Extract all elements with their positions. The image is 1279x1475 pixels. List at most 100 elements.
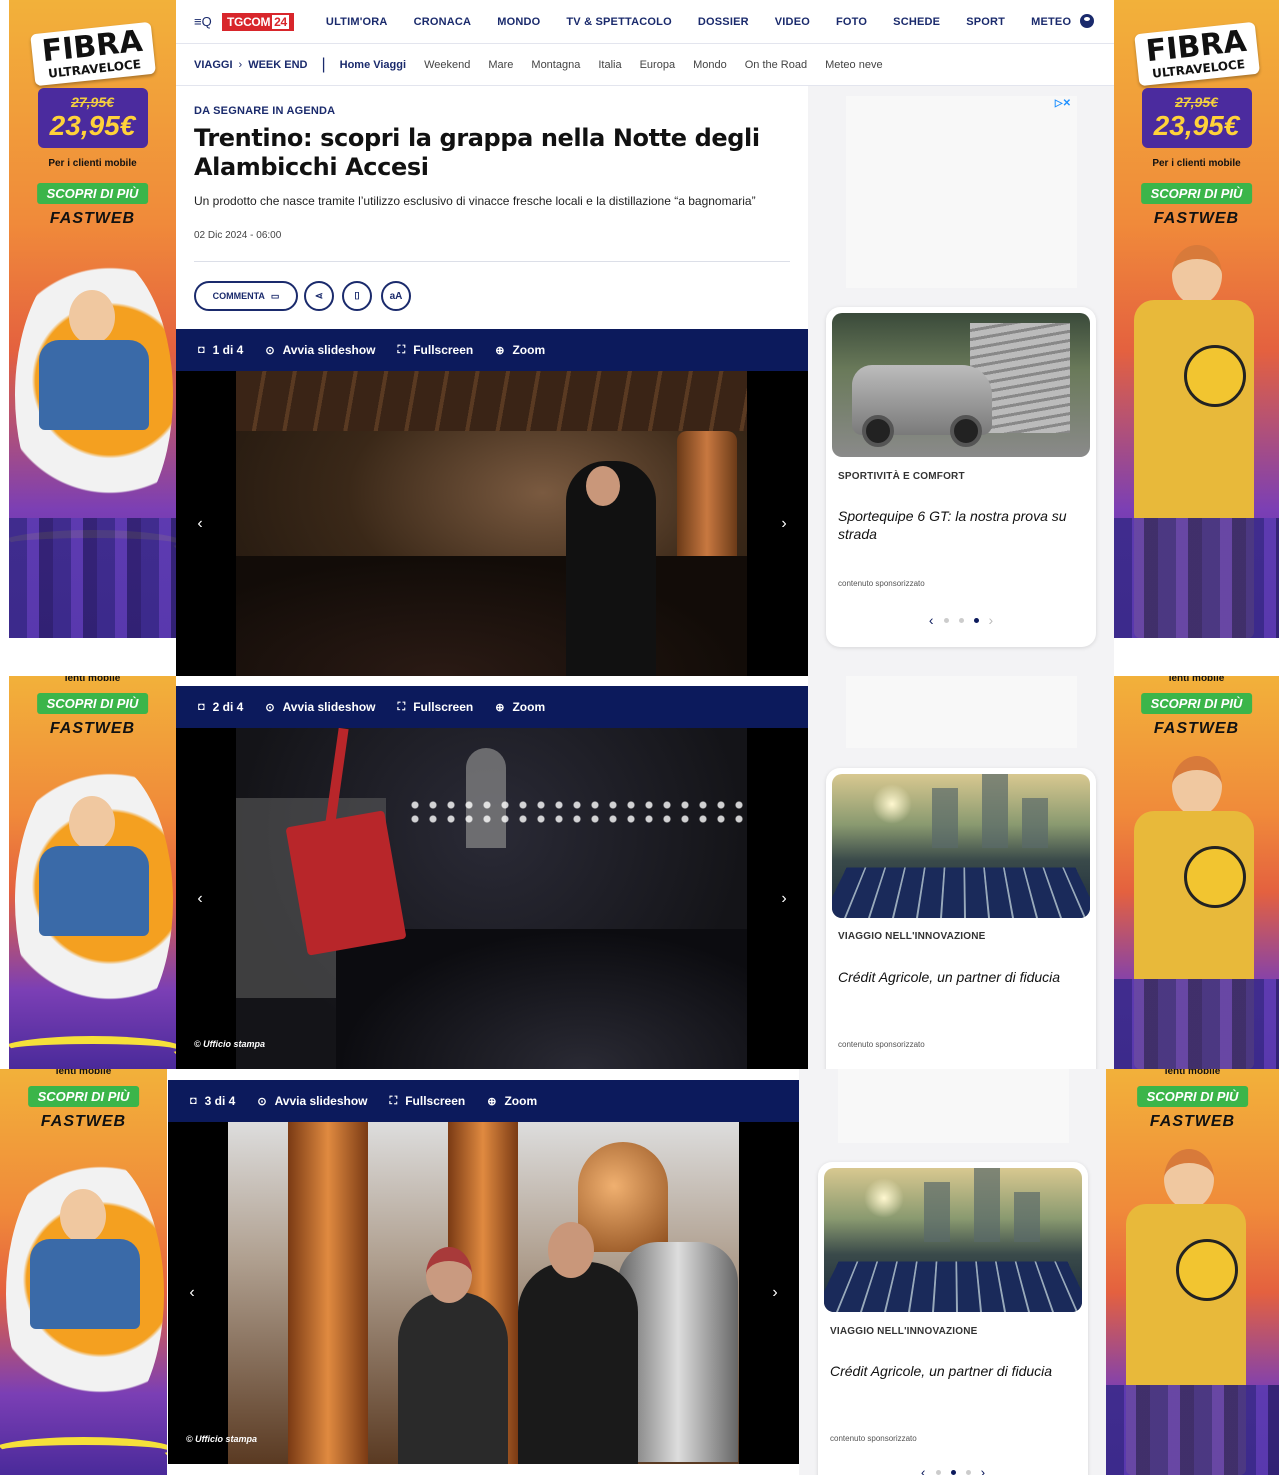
arrow-right-icon[interactable]: › xyxy=(774,890,794,908)
nav-item-video[interactable]: VIDEO xyxy=(775,16,810,28)
ad-helmet xyxy=(1176,1239,1238,1301)
gallery-photo-red-bag[interactable] xyxy=(236,728,747,1069)
arrow-left-icon[interactable]: ‹ xyxy=(190,515,210,533)
arrow-right-icon[interactable]: › xyxy=(774,515,794,533)
card-image-solar-panels xyxy=(824,1168,1082,1312)
photo-credit: © Ufficio stampa xyxy=(186,1434,257,1444)
tgcom24-logo[interactable]: TGCOM 24 xyxy=(222,12,294,31)
carousel-dot[interactable] xyxy=(935,1469,941,1475)
ad-cta-button[interactable]: SCOPRI DI PIÙ xyxy=(1140,183,1253,204)
ad-fibra-badge: FIBRA ULTRAVELOCE xyxy=(1133,21,1260,87)
subnav-europa[interactable]: Europa xyxy=(640,59,675,71)
arrow-right-icon[interactable]: › xyxy=(765,1284,785,1302)
nav-item-meteo[interactable]: METEO xyxy=(1031,16,1071,28)
ad-fibra-badge: FIBRA ULTRAVELOCE xyxy=(29,21,156,87)
display-ad-slot[interactable] xyxy=(846,676,1077,748)
slideshow-button[interactable]: ⊙ Avvia slideshow xyxy=(265,343,375,357)
nav-item-ultimora[interactable]: ULTIM'ORA xyxy=(326,16,388,28)
sponsored-card[interactable]: SPORTIVITÀ E COMFORT Sportequipe 6 GT: l… xyxy=(826,307,1096,647)
zoom-button[interactable]: ⊕ Zoom xyxy=(495,343,545,357)
arrow-left-icon[interactable]: ‹ xyxy=(190,890,210,908)
chevron-right-icon[interactable]: › xyxy=(989,612,994,628)
gallery-image-frame: ‹ › © Ufficio stampa xyxy=(168,1122,799,1464)
ad-person-body xyxy=(30,1239,140,1329)
right-side-ad[interactable]: ienti mobile SCOPRI DI PIÙ FASTWEB xyxy=(1114,676,1279,1069)
card-image-car xyxy=(832,313,1090,457)
nav-item-foto[interactable]: FOTO xyxy=(836,16,867,28)
subnav-meteo-neve[interactable]: Meteo neve xyxy=(825,59,882,71)
share-button[interactable]: ⋖ xyxy=(304,281,334,311)
slideshow-button[interactable]: ⊙ Avvia slideshow xyxy=(257,1094,367,1108)
nav-item-schede[interactable]: SCHEDE xyxy=(893,16,940,28)
chevron-right-icon[interactable]: › xyxy=(981,1464,986,1475)
subnav-home-viaggi[interactable]: Home Viaggi xyxy=(340,59,406,71)
share-icon: ⋖ xyxy=(314,290,324,302)
font-size-button[interactable]: aA xyxy=(381,281,411,311)
user-icon[interactable] xyxy=(1080,14,1094,28)
carousel-dot[interactable] xyxy=(958,617,964,623)
chevron-left-icon[interactable]: ‹ xyxy=(929,612,934,628)
fullscreen-button[interactable]: ⛶ Fullscreen xyxy=(398,343,474,357)
carousel-dot-active[interactable] xyxy=(950,1469,956,1475)
divider: | xyxy=(321,55,326,73)
left-side-ad[interactable]: ienti mobile SCOPRI DI PIÙ FASTWEB xyxy=(9,676,176,1069)
gallery-photo-distillery-crowd[interactable] xyxy=(236,371,747,676)
zoom-button[interactable]: ⊕ Zoom xyxy=(487,1094,537,1108)
subnav-on-the-road[interactable]: On the Road xyxy=(745,59,807,71)
nav-item-dossier[interactable]: DOSSIER xyxy=(698,16,749,28)
display-ad-slot[interactable] xyxy=(838,1069,1069,1143)
bookmark-button[interactable]: ⌷ xyxy=(342,281,372,311)
comment-button[interactable]: COMMENTA ▭ xyxy=(194,281,298,311)
card-title[interactable]: Crédit Agricole, un partner di fiducia xyxy=(830,1362,1070,1380)
breadcrumb-viaggi[interactable]: VIAGGI xyxy=(194,59,233,71)
nav-item-mondo[interactable]: MONDO xyxy=(497,16,540,28)
fullscreen-button[interactable]: ⛶ Fullscreen xyxy=(398,700,474,714)
subnav-mare[interactable]: Mare xyxy=(488,59,513,71)
carousel-dot-active[interactable] xyxy=(973,617,979,623)
right-side-ad[interactable]: FIBRA ULTRAVELOCE 27,95€ 23,95€ Per i cl… xyxy=(1114,0,1279,638)
ad-cta-button[interactable]: SCOPRI DI PIÙ xyxy=(1136,1086,1249,1107)
article-date: 02 Dic 2024 - 06:00 xyxy=(194,230,282,241)
zoom-icon: ⊕ xyxy=(495,701,505,714)
fullscreen-icon: ⛶ xyxy=(397,343,406,356)
ad-cta-button[interactable]: SCOPRI DI PIÙ xyxy=(1140,693,1253,714)
subnav-mondo[interactable]: Mondo xyxy=(693,59,727,71)
carousel-dots: ‹ › xyxy=(818,1464,1088,1475)
chevron-left-icon[interactable]: ‹ xyxy=(921,1464,926,1475)
subnav-italia[interactable]: Italia xyxy=(598,59,621,71)
ad-cta-button[interactable]: SCOPRI DI PIÙ xyxy=(36,183,149,204)
subnav-montagna[interactable]: Montagna xyxy=(531,59,580,71)
card-title[interactable]: Sportequipe 6 GT: la nostra prova su str… xyxy=(838,507,1078,543)
ad-yellow-wave xyxy=(0,1437,167,1465)
sponsored-card[interactable]: VIAGGIO NELL'INNOVAZIONE Crédit Agricole… xyxy=(826,768,1096,1069)
card-sponsored-label: contenuto sponsorizzato xyxy=(838,1040,925,1049)
ad-price-box: 27,95€ 23,95€ xyxy=(1141,88,1252,148)
right-side-ad[interactable]: ienti mobile SCOPRI DI PIÙ FASTWEB xyxy=(1106,1069,1279,1475)
nav-item-tv-spettacolo[interactable]: TV & SPETTACOLO xyxy=(566,16,671,28)
subnav-weekend[interactable]: Weekend xyxy=(424,59,470,71)
fullscreen-button[interactable]: ⛶ Fullscreen xyxy=(390,1094,466,1108)
arrow-left-icon[interactable]: ‹ xyxy=(182,1284,202,1302)
breadcrumb-weekend[interactable]: WEEK END xyxy=(248,59,307,71)
carousel-dot[interactable] xyxy=(965,1469,971,1475)
left-side-ad[interactable]: ienti mobile SCOPRI DI PIÙ FASTWEB xyxy=(0,1069,167,1475)
search-menu-icon[interactable]: ≡Q xyxy=(194,14,212,29)
play-icon: ⊙ xyxy=(265,701,275,714)
slideshow-button[interactable]: ⊙ Avvia slideshow xyxy=(265,700,375,714)
ad-cta-button[interactable]: SCOPRI DI PIÙ xyxy=(36,693,149,714)
carousel-dot[interactable] xyxy=(943,617,949,623)
gallery-photo-copper-stills[interactable] xyxy=(228,1122,739,1464)
card-title[interactable]: Crédit Agricole, un partner di fiducia xyxy=(838,968,1078,986)
gallery-image-frame: ‹ › xyxy=(176,371,808,676)
nav-item-sport[interactable]: SPORT xyxy=(966,16,1005,28)
ad-cta-button[interactable]: SCOPRI DI PIÙ xyxy=(27,1086,140,1107)
adchoices-icon[interactable]: ▷✕ xyxy=(1055,98,1071,109)
sponsored-card[interactable]: VIAGGIO NELL'INNOVAZIONE Crédit Agricole… xyxy=(818,1162,1088,1475)
zoom-button[interactable]: ⊕ Zoom xyxy=(495,700,545,714)
ad-fastweb-logo: FASTWEB xyxy=(49,720,136,737)
left-side-ad[interactable]: FIBRA ULTRAVELOCE 27,95€ 23,95€ Per i cl… xyxy=(9,0,176,638)
card-category: VIAGGIO NELL'INNOVAZIONE xyxy=(838,931,986,942)
display-ad-slot[interactable]: ▷✕ xyxy=(846,96,1077,288)
font-size-label: aA xyxy=(389,290,403,302)
nav-item-cronaca[interactable]: CRONACA xyxy=(414,16,472,28)
